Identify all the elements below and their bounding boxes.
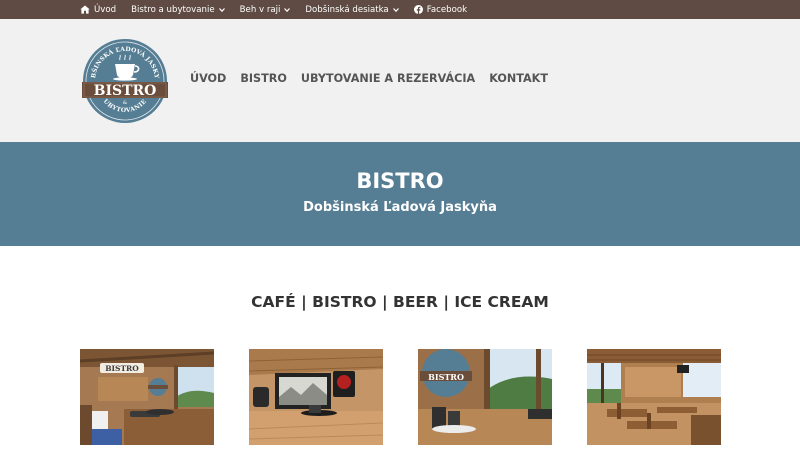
topbar-item-facebook[interactable]: Facebook	[413, 4, 468, 15]
chevron-down-icon	[284, 7, 291, 12]
topbar-item-label: Dobšinská desiatka	[305, 4, 389, 15]
gallery-photo-4[interactable]	[587, 349, 721, 445]
home-icon	[80, 5, 90, 14]
page-subtitle: Dobšinská Ľadová Jaskyňa	[303, 200, 497, 215]
topbar-item-uvod[interactable]: Úvod	[80, 5, 116, 15]
photo-sign-text: BISTRO	[105, 364, 139, 373]
top-bar-menu: Úvod Bistro a ubytovanie Beh v raji Dobš…	[80, 0, 482, 19]
topbar-item-bistro-ubytovanie[interactable]: Bistro a ubytovanie	[131, 5, 225, 15]
logo-graphic: DOBŠINSKÁ ĽADOVÁ JASKYŇA BISTRO & UBYTOV…	[79, 32, 168, 123]
topbar-item-beh-v-raji[interactable]: Beh v raji	[240, 5, 291, 15]
chevron-down-icon	[218, 7, 225, 12]
site-header: DOBŠINSKÁ ĽADOVÁ JASKYŇA BISTRO & UBYTOV…	[0, 19, 800, 142]
logo-amp-text: &	[123, 100, 128, 106]
gallery-photo-3[interactable]: BISTRO	[418, 349, 552, 445]
main-nav: ÚVOD BISTRO UBYTOVANIE A REZERVÁCIA KONT…	[190, 72, 562, 85]
nav-item-ubytovanie[interactable]: UBYTOVANIE A REZERVÁCIA	[301, 72, 475, 85]
topbar-item-label: Beh v raji	[239, 4, 281, 15]
facebook-icon	[413, 5, 423, 14]
bistro-interior-photo	[587, 349, 721, 445]
photo-sign-text: BISTRO	[428, 372, 464, 382]
chevron-down-icon	[392, 7, 399, 12]
site-logo[interactable]: DOBŠINSKÁ ĽADOVÁ JASKYŇA BISTRO & UBYTOV…	[79, 32, 168, 124]
hero-banner: BISTRO Dobšinská Ľadová Jaskyňa	[0, 142, 800, 246]
nav-item-uvod[interactable]: ÚVOD	[190, 72, 226, 85]
bistro-table-photo	[249, 349, 383, 445]
gallery-photo-2[interactable]	[249, 349, 383, 445]
topbar-item-label: Facebook	[426, 4, 468, 15]
nav-item-kontakt[interactable]: KONTAKT	[489, 72, 548, 85]
bistro-logo-table-photo: BISTRO	[418, 349, 552, 445]
section-heading: CAFÉ | BISTRO | BEER | ICE CREAM	[251, 293, 549, 311]
bistro-terrace-photo: BISTRO	[80, 349, 214, 445]
page-title: BISTRO	[356, 169, 444, 193]
nav-item-bistro[interactable]: BISTRO	[240, 72, 287, 85]
topbar-item-label: Úvod	[94, 4, 117, 15]
top-bar: Úvod Bistro a ubytovanie Beh v raji Dobš…	[0, 0, 800, 19]
gallery-photo-1[interactable]: BISTRO	[80, 349, 214, 445]
logo-main-text: BISTRO	[94, 83, 157, 99]
topbar-item-label: Bistro a ubytovanie	[131, 4, 215, 15]
topbar-item-dobsinska-desiatka[interactable]: Dobšinská desiatka	[305, 4, 399, 15]
